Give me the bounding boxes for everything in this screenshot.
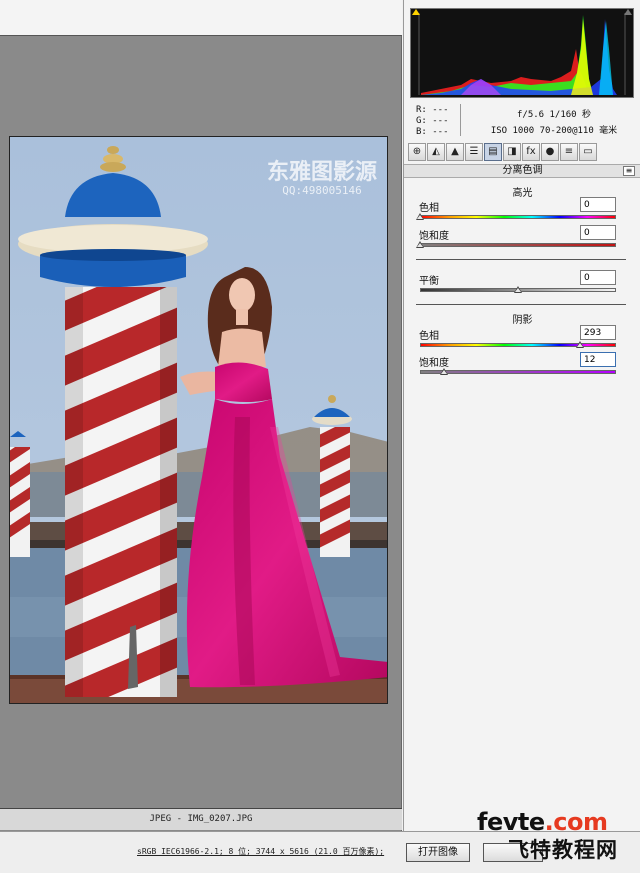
panel-title: 分离色调 [502,165,543,176]
highlights-saturation-input[interactable] [580,225,616,240]
tab-hsl[interactable]: ☰ [465,143,483,161]
photo-watermark-qq: QQ:498005146 [282,184,361,197]
workflow-options-link[interactable]: sRGB IEC61966-2.1; 8 位; 3744 x 5616 (21.… [137,846,384,857]
highlights-hue-thumb[interactable] [416,213,424,220]
tab-effects[interactable]: fx [522,143,540,161]
highlights-saturation-label: 饱和度 [419,231,449,242]
pixel-readout: R: --- G: --- B: --- f/5.6 1/160 秒 ISO 1… [404,100,640,142]
photo-watermark: 东雅图影源 [267,159,377,185]
photo-image: 东雅图影源 QQ:498005146 [10,137,387,703]
tab-presets[interactable]: ≡ [560,143,578,161]
shadows-hue-input[interactable] [580,325,616,340]
tab-split-toning[interactable]: ▤ [484,143,502,161]
section-divider [416,259,626,260]
tab-basic[interactable]: ⊕ [408,143,426,161]
histogram-graph [411,9,633,97]
highlights-hue-input[interactable] [580,197,616,212]
tab-detail[interactable]: ▲ [446,143,464,161]
panel-header: 分离色调 ≡ [404,164,640,178]
exif-iso-lens: ISO 1000 70-200@110 毫米 [490,126,618,136]
shadows-saturation-input[interactable] [580,352,616,367]
open-image-button[interactable]: 打开图像 [406,843,470,862]
preview-pane: 东雅图影源 QQ:498005146 JPEG - IMG_0207.JPG [0,0,402,831]
balance-thumb[interactable] [514,286,522,293]
shadows-hue-thumb[interactable] [575,341,584,348]
site-watermark-suffix: .com [544,808,608,836]
highlights-saturation-thumb[interactable] [416,241,424,248]
tab-camera-calibration[interactable]: ● [541,143,559,161]
tab-snapshots[interactable]: ▭ [579,143,597,161]
preview-toolbar [0,0,402,36]
balance-input[interactable] [580,270,616,285]
adjustment-panel: R: --- G: --- B: --- f/5.6 1/160 秒 ISO 1… [403,0,640,831]
shadows-hue-slider[interactable] [420,343,616,347]
tool-tabs: ⊕ ◭ ▲ ☰ ▤ ◨ fx ● ≡ ▭ [408,143,636,163]
highlights-hue-slider[interactable] [420,215,616,219]
histogram [410,8,634,98]
balance-label: 平衡 [419,276,439,287]
site-watermark-cn: 飞特教程网 [508,838,618,862]
site-watermark: fevte.com [477,808,608,836]
readout-divider [460,104,461,136]
tab-lens-corrections[interactable]: ◨ [503,143,521,161]
shadows-saturation-thumb[interactable] [439,368,448,375]
shadows-saturation-slider[interactable] [420,370,616,374]
exif-aperture-shutter: f/5.6 1/160 秒 [516,110,592,120]
highlights-saturation-slider[interactable] [420,243,616,247]
photo-preview[interactable]: 东雅图影源 QQ:498005146 [9,136,388,704]
highlights-hue-label: 色相 [419,203,439,214]
filename-bar: JPEG - IMG_0207.JPG [0,808,402,830]
section-divider [416,304,626,305]
readout-b: B: --- [416,127,449,137]
panel-menu-icon[interactable]: ≡ [623,166,635,176]
shadows-hue-label: 色相 [419,331,439,342]
shadows-saturation-label: 饱和度 [419,358,449,369]
tab-tone-curve[interactable]: ◭ [427,143,445,161]
shadows-title: 阴影 [512,315,533,326]
site-watermark-main: fevte [477,808,545,836]
